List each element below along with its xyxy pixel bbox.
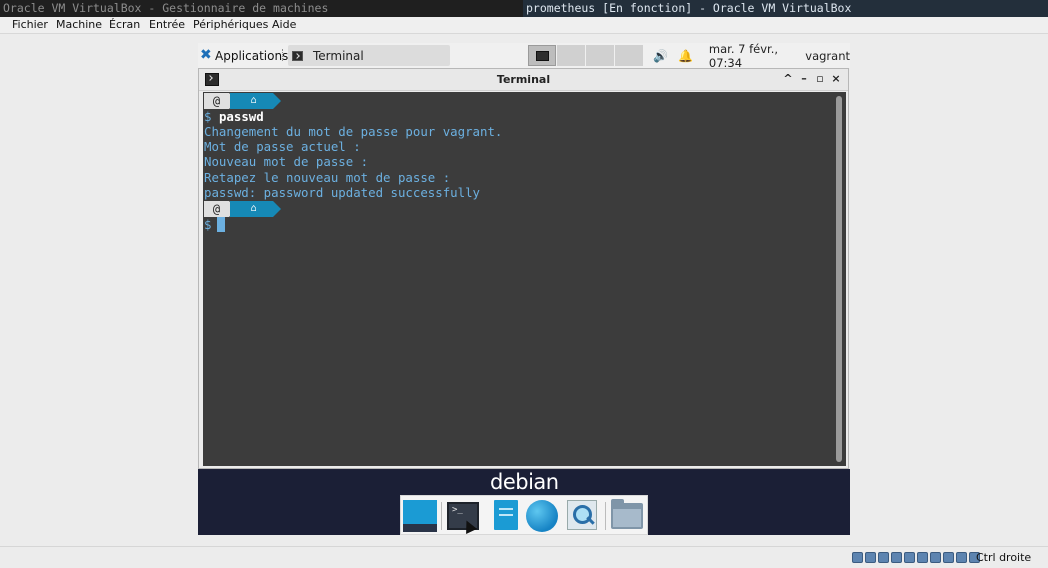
workspace-1[interactable] bbox=[528, 45, 556, 66]
host-title-strip: Oracle VM VirtualBox - Gestionnaire de m… bbox=[0, 0, 1048, 17]
taskbar-terminal-label: Terminal bbox=[313, 48, 364, 63]
home-icon: ⌂ bbox=[230, 93, 281, 109]
shade-button[interactable]: ^ bbox=[780, 72, 796, 85]
workspace-switcher bbox=[528, 45, 644, 66]
user-menu[interactable]: vagrant bbox=[805, 49, 850, 63]
output-line: Retapez le nouveau mot de passe : bbox=[204, 170, 451, 185]
debian-logo: debian bbox=[490, 470, 559, 494]
prompt-dollar: $ bbox=[204, 109, 212, 124]
clock[interactable]: mar. 7 févr., 07:34 bbox=[709, 42, 795, 70]
menu-peripheriques[interactable]: Périphériques bbox=[193, 17, 268, 33]
prompt-dollar: $ bbox=[204, 217, 212, 232]
folder-icon bbox=[611, 499, 643, 529]
input-line: $ bbox=[204, 217, 226, 232]
taskbar-terminal-button[interactable]: Terminal bbox=[288, 45, 450, 66]
applications-menu[interactable]: ✖ Applications bbox=[200, 47, 288, 64]
display-icon[interactable] bbox=[930, 552, 941, 563]
usb-icon[interactable] bbox=[904, 552, 915, 563]
system-tray: 🔊 🔔 mar. 7 févr., 07:34 vagrant bbox=[653, 42, 850, 70]
output-line: Mot de passe actuel : bbox=[204, 139, 361, 154]
guest-desktop: debian bbox=[198, 469, 850, 535]
guest-top-panel: ✖ Applications Terminal 🔊 🔔 mar. 7 févr.… bbox=[198, 42, 850, 70]
workspace-2[interactable] bbox=[557, 45, 585, 66]
dock-file-manager[interactable] bbox=[489, 500, 523, 532]
command-text: passwd bbox=[218, 109, 264, 124]
window-controls: ^ – ▫ × bbox=[780, 72, 844, 85]
dock-separator bbox=[441, 502, 442, 530]
host-title-manager[interactable]: Oracle VM VirtualBox - Gestionnaire de m… bbox=[3, 0, 328, 17]
workspace-4[interactable] bbox=[615, 45, 643, 66]
volume-icon[interactable]: 🔊 bbox=[653, 49, 668, 63]
dock-web-browser[interactable] bbox=[526, 500, 560, 532]
dock-home-folder[interactable] bbox=[611, 499, 645, 532]
dock-show-desktop[interactable] bbox=[403, 500, 437, 532]
command-line: $ passwd bbox=[204, 109, 264, 124]
xfce-icon: ✖ bbox=[200, 47, 212, 63]
terminal-title: Terminal bbox=[496, 73, 551, 86]
home-icon: ⌂ bbox=[230, 201, 281, 217]
text-cursor bbox=[217, 217, 226, 232]
hard-disk-icon[interactable] bbox=[852, 552, 863, 563]
maximize-button[interactable]: ▫ bbox=[812, 72, 828, 85]
output-line: passwd: password updated successfully bbox=[204, 185, 481, 200]
workspace-3[interactable] bbox=[586, 45, 614, 66]
workspace-window-thumb bbox=[535, 50, 549, 61]
panel-separator bbox=[282, 49, 284, 61]
debian-swirl-icon: @ bbox=[204, 93, 237, 109]
search-icon bbox=[567, 500, 597, 530]
recording-icon[interactable] bbox=[943, 552, 954, 563]
output-line: Changement du mot de passe pour vagrant. bbox=[204, 124, 503, 139]
cpu-icon[interactable] bbox=[956, 552, 967, 563]
status-indicators bbox=[852, 552, 982, 563]
terminal-window: Terminal ^ – ▫ × @ ⌂ $ passwd Changement… bbox=[198, 68, 849, 469]
menu-entree[interactable]: Entrée bbox=[149, 17, 185, 33]
minimize-button[interactable]: – bbox=[796, 72, 812, 85]
network-icon[interactable] bbox=[891, 552, 902, 563]
menu-machine[interactable]: Machine bbox=[56, 17, 102, 33]
desktop-icon bbox=[403, 500, 437, 532]
terminal-output[interactable]: @ ⌂ $ passwd Changement du mot de passe … bbox=[203, 92, 846, 466]
globe-icon bbox=[526, 500, 558, 532]
debian-swirl-icon: @ bbox=[204, 201, 237, 217]
dock-separator bbox=[605, 502, 606, 530]
vbox-status-bar: Ctrl droite bbox=[0, 546, 1048, 568]
close-button[interactable]: × bbox=[828, 72, 844, 85]
host-title-vm[interactable]: prometheus [En fonction] - Oracle VM Vir… bbox=[523, 0, 1048, 17]
notification-bell-icon[interactable]: 🔔 bbox=[678, 49, 693, 63]
menu-ecran[interactable]: Écran bbox=[109, 17, 140, 33]
dock bbox=[400, 495, 648, 535]
menu-aide[interactable]: Aide bbox=[272, 17, 296, 33]
shared-folder-icon[interactable] bbox=[917, 552, 928, 563]
terminal-scrollbar[interactable] bbox=[836, 96, 842, 462]
dock-app-finder[interactable] bbox=[567, 500, 601, 532]
vbox-menubar: Fichier Machine Écran Entrée Périphériqu… bbox=[0, 17, 1048, 34]
file-manager-icon bbox=[494, 500, 518, 530]
menu-fichier[interactable]: Fichier bbox=[12, 17, 48, 33]
terminal-icon bbox=[292, 50, 303, 61]
optical-drive-icon[interactable] bbox=[865, 552, 876, 563]
audio-icon[interactable] bbox=[878, 552, 889, 563]
host-key-label: Ctrl droite bbox=[976, 551, 1032, 564]
applications-label: Applications bbox=[215, 48, 289, 63]
output-line: Nouveau mot de passe : bbox=[204, 154, 369, 169]
terminal-titlebar[interactable]: Terminal ^ – ▫ × bbox=[199, 69, 848, 91]
